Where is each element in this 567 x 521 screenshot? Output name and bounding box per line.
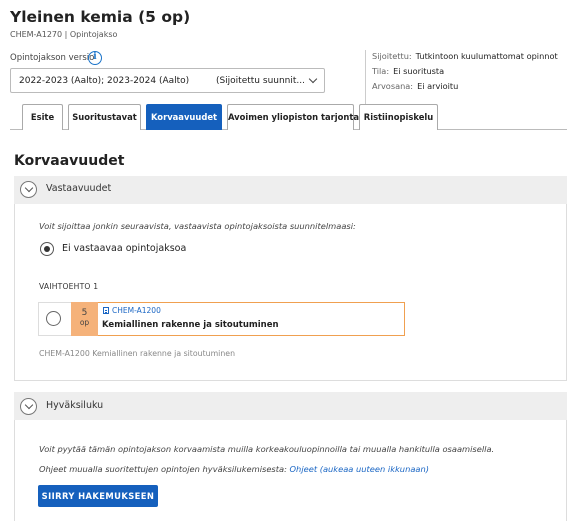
alternative-label: VAIHTOEHTO 1 [39, 282, 99, 291]
meta-state: Tila: Ei suoritusta [372, 66, 444, 76]
meta-placement: Sijoitettu: Tutkintoon kuulumattomat opin… [372, 51, 558, 61]
alternative-radio[interactable] [46, 311, 61, 326]
course-code-subtitle: CHEM-A1270 | Opintojakso [10, 30, 118, 39]
instructions-link[interactable]: Ohjeet (aukeaa uuteen ikkunaan) [290, 464, 429, 474]
version-select[interactable]: 2022-2023 (Aalto); 2023-2024 (Aalto) (Si… [10, 68, 325, 93]
meta-placement-key: Sijoitettu: [372, 51, 412, 61]
tab-esite[interactable]: Esite [22, 104, 63, 130]
recognition-toggle-button[interactable] [20, 398, 37, 415]
tab-avoimen-yliopiston-tarjonta[interactable]: Avoimen yliopiston tarjonta [227, 104, 359, 130]
equivalents-instructions: Voit sijoittaa jonkin seuraavista, vasta… [39, 221, 356, 231]
page-title: Yleinen kemia (5 op) [10, 8, 191, 26]
meta-grade: Arvosana: Ei arvioitu [372, 81, 458, 91]
no-equivalent-radio[interactable] [40, 242, 54, 256]
course-name: Kemiallinen rakenne ja sitoutuminen [102, 320, 279, 330]
credits-unit: op [79, 318, 90, 327]
equivalents-heading: Vastaavuudet [46, 183, 112, 194]
meta-state-key: Tila: [372, 66, 390, 76]
equivalents-toggle-button[interactable] [20, 181, 37, 198]
apply-button[interactable]: SIIRRY HAKEMUKSEEN [38, 485, 158, 507]
chevron-down-icon [24, 183, 33, 193]
chevron-down-icon [24, 400, 33, 410]
meta-state-value: Ei suoritusta [393, 66, 445, 76]
credits-badge: 5 op [71, 302, 98, 336]
document-icon [103, 307, 109, 314]
recognition-instructions-prefix: Ohjeet muualla suoritettujen opintojen h… [39, 464, 287, 474]
recognition-heading: Hyväksiluku [46, 400, 104, 411]
version-label: Opintojakson versio [10, 53, 95, 63]
section-title: Korvaavuudet [14, 153, 125, 169]
meta-placement-value: Tutkintoon kuulumattomat opinnot [415, 51, 558, 61]
course-code-text: CHEM-A1200 [112, 306, 161, 315]
recognition-instructions: Ohjeet muualla suoritettujen opintojen h… [39, 464, 429, 474]
recognition-text: Voit pyytää tämän opintojakson korvaamis… [39, 444, 495, 454]
course-code-link[interactable]: CHEM-A1200 [103, 306, 161, 315]
course-note: CHEM-A1200 Kemiallinen rakenne ja sitout… [39, 349, 236, 358]
no-equivalent-label[interactable]: Ei vastaavaa opintojaksoa [62, 243, 186, 254]
info-icon[interactable]: i [88, 51, 102, 65]
version-select-status: (Sijoitettu suunnit... [215, 75, 305, 86]
tab-suoritustavat[interactable]: Suoritustavat [68, 104, 141, 130]
tab-korvaavuudet[interactable]: Korvaavuudet [146, 104, 222, 130]
chevron-down-icon [308, 74, 318, 84]
tab-ristiinopiskelu[interactable]: Ristiinopiskelu [359, 104, 438, 130]
meta-grade-key: Arvosana: [372, 81, 414, 91]
meta-grade-value: Ei arvioitu [417, 81, 459, 91]
credits-value: 5 [81, 308, 88, 318]
version-select-value: 2022-2023 (Aalto); 2023-2024 (Aalto) [19, 75, 190, 86]
